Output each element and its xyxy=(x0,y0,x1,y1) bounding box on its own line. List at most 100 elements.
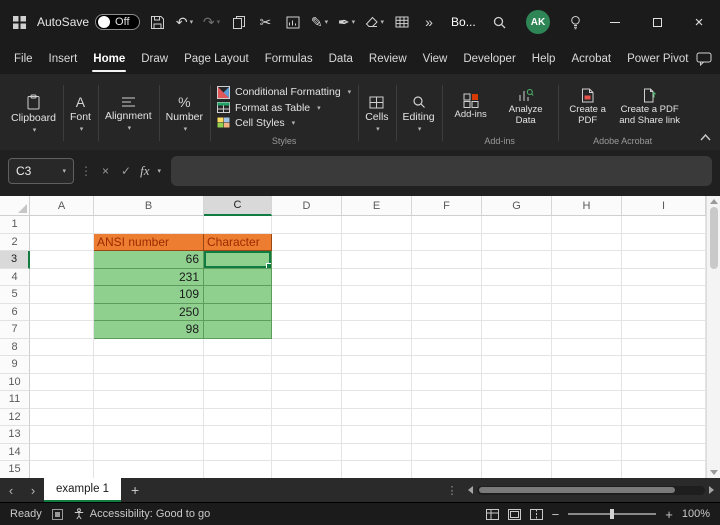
cell-I8[interactable] xyxy=(622,339,706,357)
cell-I9[interactable] xyxy=(622,356,706,374)
conditional-formatting-button[interactable]: Conditional Formatting ▾ xyxy=(217,86,351,99)
cell-E6[interactable] xyxy=(342,304,412,322)
column-header-A[interactable]: A xyxy=(30,196,94,216)
cell-D11[interactable] xyxy=(272,391,342,409)
column-header-B[interactable]: B xyxy=(94,196,204,216)
cell-H13[interactable] xyxy=(552,426,622,444)
normal-view-button[interactable] xyxy=(486,509,499,520)
cell-A5[interactable] xyxy=(30,286,94,304)
zoom-in-button[interactable]: + xyxy=(665,507,673,522)
menu-tab-home[interactable]: Home xyxy=(85,44,133,74)
row-header-12[interactable]: 12 xyxy=(0,409,30,427)
cell-F14[interactable] xyxy=(412,444,482,462)
cell-A7[interactable] xyxy=(30,321,94,339)
chart-icon[interactable] xyxy=(284,9,302,35)
column-header-H[interactable]: H xyxy=(552,196,622,216)
row-header-1[interactable]: 1 xyxy=(0,216,30,234)
cell-H1[interactable] xyxy=(552,216,622,234)
page-layout-view-button[interactable] xyxy=(508,509,521,520)
cell-D2[interactable] xyxy=(272,234,342,252)
cell-D4[interactable] xyxy=(272,269,342,287)
cell-F5[interactable] xyxy=(412,286,482,304)
copy-icon[interactable] xyxy=(230,9,248,35)
cell-A14[interactable] xyxy=(30,444,94,462)
table-icon[interactable] xyxy=(393,9,411,35)
horizontal-scrollbar-track[interactable] xyxy=(477,486,705,495)
highlighter-icon[interactable]: ✒▾ xyxy=(338,9,356,35)
cell-G13[interactable] xyxy=(482,426,552,444)
cell-G10[interactable] xyxy=(482,374,552,392)
cell-D8[interactable] xyxy=(272,339,342,357)
cell-B10[interactable] xyxy=(94,374,204,392)
cell-C15[interactable] xyxy=(204,461,272,478)
cell-D12[interactable] xyxy=(272,409,342,427)
cell-E5[interactable] xyxy=(342,286,412,304)
row-header-9[interactable]: 9 xyxy=(0,356,30,374)
cell-I13[interactable] xyxy=(622,426,706,444)
cell-E9[interactable] xyxy=(342,356,412,374)
cell-E7[interactable] xyxy=(342,321,412,339)
maximize-button[interactable] xyxy=(636,0,678,44)
cell-G12[interactable] xyxy=(482,409,552,427)
cell-D6[interactable] xyxy=(272,304,342,322)
cell-F2[interactable] xyxy=(412,234,482,252)
cell-E13[interactable] xyxy=(342,426,412,444)
cell-I15[interactable] xyxy=(622,461,706,478)
cell-I14[interactable] xyxy=(622,444,706,462)
cell-A6[interactable] xyxy=(30,304,94,322)
cell-E8[interactable] xyxy=(342,339,412,357)
macro-record-button[interactable] xyxy=(52,509,63,520)
previous-sheet-button[interactable]: ‹ xyxy=(0,478,22,502)
cell-H2[interactable] xyxy=(552,234,622,252)
cell-E4[interactable] xyxy=(342,269,412,287)
menu-tab-page-layout[interactable]: Page Layout xyxy=(176,44,257,74)
zoom-slider-thumb[interactable] xyxy=(610,509,614,519)
pen-icon[interactable]: ✎▾ xyxy=(311,9,329,35)
cell-D7[interactable] xyxy=(272,321,342,339)
cell-D5[interactable] xyxy=(272,286,342,304)
cell-D13[interactable] xyxy=(272,426,342,444)
cell-A13[interactable] xyxy=(30,426,94,444)
cell-G2[interactable] xyxy=(482,234,552,252)
zoom-level[interactable]: 100% xyxy=(682,508,710,520)
sheet-tab-example-1[interactable]: example 1 xyxy=(44,478,121,502)
row-header-7[interactable]: 7 xyxy=(0,321,30,339)
zoom-out-button[interactable]: − xyxy=(552,507,560,522)
row-header-3[interactable]: 3 xyxy=(0,251,30,269)
name-box[interactable]: C3 ▾ xyxy=(8,158,74,184)
row-header-6[interactable]: 6 xyxy=(0,304,30,322)
cell-G4[interactable] xyxy=(482,269,552,287)
cell-C8[interactable] xyxy=(204,339,272,357)
cell-B1[interactable] xyxy=(94,216,204,234)
cell-F12[interactable] xyxy=(412,409,482,427)
cell-H11[interactable] xyxy=(552,391,622,409)
cell-C10[interactable] xyxy=(204,374,272,392)
cell-D15[interactable] xyxy=(272,461,342,478)
accessibility-status[interactable]: Accessibility: Good to go xyxy=(73,508,210,520)
confirm-entry-button[interactable]: ✓ xyxy=(118,164,134,178)
create-pdf-button[interactable]: Create a PDF xyxy=(565,88,611,127)
cell-B9[interactable] xyxy=(94,356,204,374)
cell-B8[interactable] xyxy=(94,339,204,357)
cell-C14[interactable] xyxy=(204,444,272,462)
more-commands-icon[interactable]: » xyxy=(420,9,438,35)
scroll-up-icon[interactable] xyxy=(710,199,718,204)
cell-B4[interactable]: 231 xyxy=(94,269,204,287)
select-all-button[interactable] xyxy=(0,196,30,216)
cell-C1[interactable] xyxy=(204,216,272,234)
cell-H8[interactable] xyxy=(552,339,622,357)
cell-B15[interactable] xyxy=(94,461,204,478)
undo-button[interactable]: ↶▾ xyxy=(176,9,194,35)
cell-B3[interactable]: 66 xyxy=(94,251,204,269)
cell-I6[interactable] xyxy=(622,304,706,322)
row-header-4[interactable]: 4 xyxy=(0,269,30,287)
cell-H10[interactable] xyxy=(552,374,622,392)
formula-input[interactable] xyxy=(171,156,712,186)
menu-tab-view[interactable]: View xyxy=(415,44,456,74)
row-header-13[interactable]: 13 xyxy=(0,426,30,444)
cell-D9[interactable] xyxy=(272,356,342,374)
redo-button[interactable]: ↷▾ xyxy=(203,9,221,35)
cell-F10[interactable] xyxy=(412,374,482,392)
eraser-icon[interactable]: ▾ xyxy=(365,9,385,35)
format-as-table-button[interactable]: Format as Table ▾ xyxy=(217,102,321,114)
